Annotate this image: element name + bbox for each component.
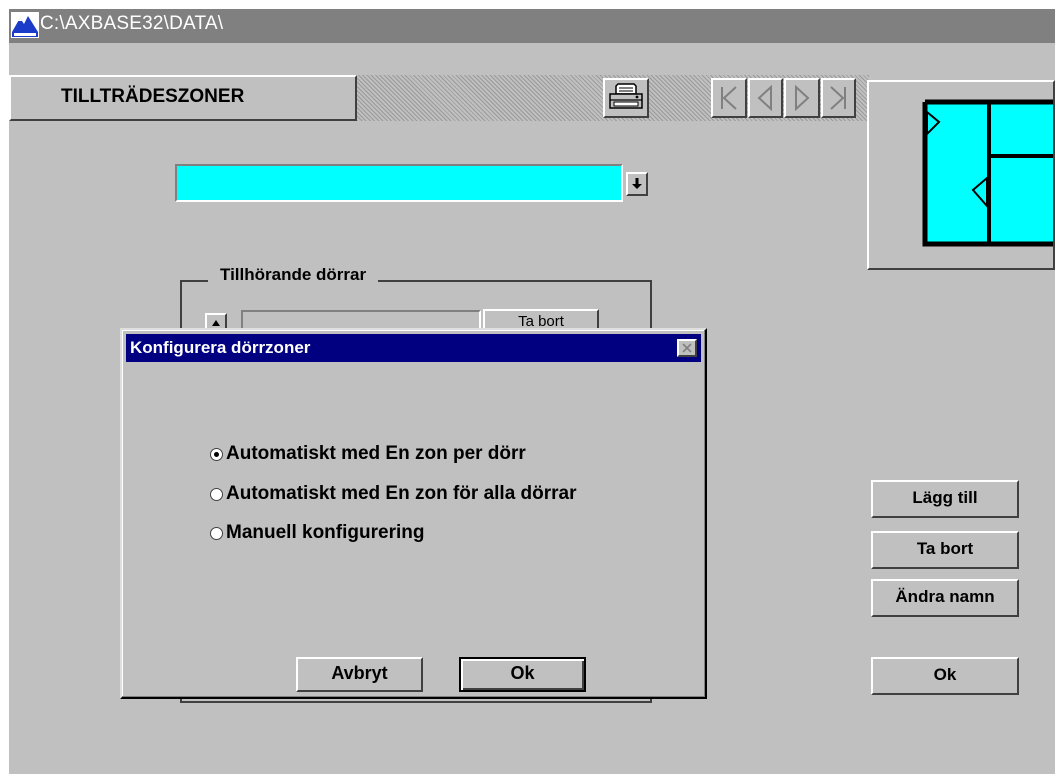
- ok-button[interactable]: Ok: [871, 657, 1019, 695]
- dialog-cancel-label: Avbryt: [331, 663, 388, 683]
- close-icon: [682, 343, 692, 353]
- option-manual-label: Manuell konfigurering: [226, 522, 425, 543]
- option-all-doors[interactable]: Automatiskt med En zon för alla dörrar: [210, 480, 577, 508]
- print-button[interactable]: [603, 78, 649, 118]
- rename-button[interactable]: Ändra namn: [871, 579, 1019, 617]
- dropdown-button[interactable]: [626, 172, 648, 196]
- printer-icon: [609, 83, 643, 109]
- group-legend: Tillhörande dörrar: [208, 265, 379, 285]
- rename-button-label: Ändra namn: [895, 587, 995, 606]
- option-manual[interactable]: Manuell konfigurering: [210, 519, 424, 547]
- main-area: TILLTRÄDESZONER Tillhörande dörrar Ta bo…: [9, 43, 1055, 774]
- first-record-icon: [720, 86, 737, 110]
- radio-manual[interactable]: [210, 526, 223, 540]
- add-button-label: Lägg till: [912, 488, 978, 507]
- option-all-doors-label: Automatiskt med En zon för alla dörrar: [226, 483, 577, 504]
- radio-per-door[interactable]: [210, 447, 223, 461]
- dialog-cancel-button[interactable]: Avbryt: [296, 657, 423, 692]
- previous-record-button[interactable]: [747, 78, 783, 118]
- remove-button-label: Ta bort: [916, 539, 974, 558]
- dialog-ok-button[interactable]: Ok: [459, 657, 586, 692]
- window-titlebar: C:\AXBASE32\DATA\: [9, 9, 1055, 43]
- tab-label: TILLTRÄDESZONER: [61, 86, 245, 107]
- option-per-door-label: Automatiskt med En zon per dörr: [226, 443, 526, 464]
- remove-button[interactable]: Ta bort: [871, 531, 1019, 569]
- next-record-icon: [794, 84, 810, 112]
- zone-select-field[interactable]: [175, 164, 623, 202]
- dialog-title: Konfigurera dörrzoner: [130, 338, 311, 357]
- dialog-titlebar: Konfigurera dörrzoner: [126, 334, 701, 362]
- axbase-logo-icon: [11, 12, 39, 38]
- record-navigation: [711, 78, 857, 118]
- floorplan-icon: [922, 99, 1053, 247]
- top-strip: [0, 0, 1055, 9]
- first-record-button[interactable]: [711, 78, 747, 118]
- radio-all-doors[interactable]: [210, 487, 223, 501]
- add-button[interactable]: Lägg till: [871, 480, 1019, 518]
- tab-tilltradeszoner[interactable]: TILLTRÄDESZONER: [9, 75, 357, 121]
- arrow-up-icon: [212, 320, 220, 326]
- next-record-button[interactable]: [784, 78, 820, 118]
- previous-record-icon: [757, 84, 773, 112]
- last-record-icon: [830, 86, 847, 110]
- radio-selected-dot: [214, 451, 219, 457]
- option-per-door[interactable]: Automatiskt med En zon per dörr: [210, 440, 526, 468]
- last-record-button[interactable]: [820, 78, 856, 118]
- window-title: C:\AXBASE32\DATA\: [40, 13, 224, 34]
- dialog-ok-label: Ok: [510, 663, 535, 683]
- configure-dialog: Konfigurera dörrzoner Automatiskt med En…: [120, 328, 707, 699]
- left-edge: [0, 9, 9, 774]
- chevron-down-icon: [632, 178, 642, 189]
- door-zone-thumbnail: [867, 80, 1055, 270]
- dialog-close-button[interactable]: [677, 339, 697, 357]
- ok-button-label: Ok: [933, 665, 957, 684]
